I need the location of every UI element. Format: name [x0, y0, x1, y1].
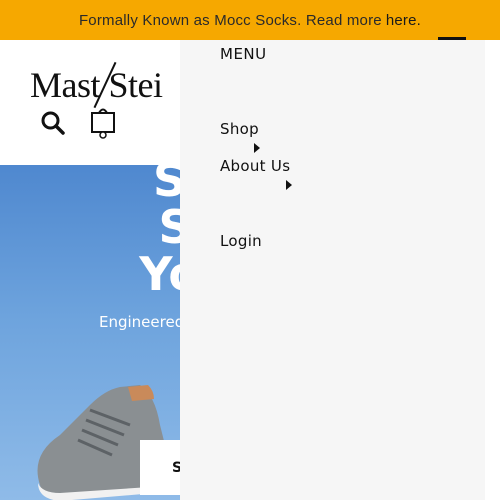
menu-item-shop[interactable]: Shop	[220, 120, 259, 138]
menu-item-login[interactable]: Login	[220, 232, 262, 250]
shopping-bag-icon[interactable]	[90, 106, 116, 140]
search-icon[interactable]	[40, 110, 66, 136]
caret-right-icon[interactable]	[254, 143, 260, 153]
caret-right-icon[interactable]	[286, 180, 292, 190]
menu-item-about-us[interactable]: About Us	[220, 157, 290, 175]
announcement-text: Formally Known as Mocc Socks. Read more	[78, 11, 382, 29]
announcement-link[interactable]: here.	[386, 12, 421, 29]
hero-subtitle: Engineered	[99, 313, 185, 331]
menu-title: MENU	[220, 45, 267, 63]
page-edge	[485, 40, 500, 500]
hamburger-icon[interactable]	[438, 32, 466, 46]
slide-out-menu: MENU Shop About Us Login	[180, 37, 485, 500]
announcement-bar: Formally Known as Mocc Socks. Read more …	[0, 0, 500, 40]
